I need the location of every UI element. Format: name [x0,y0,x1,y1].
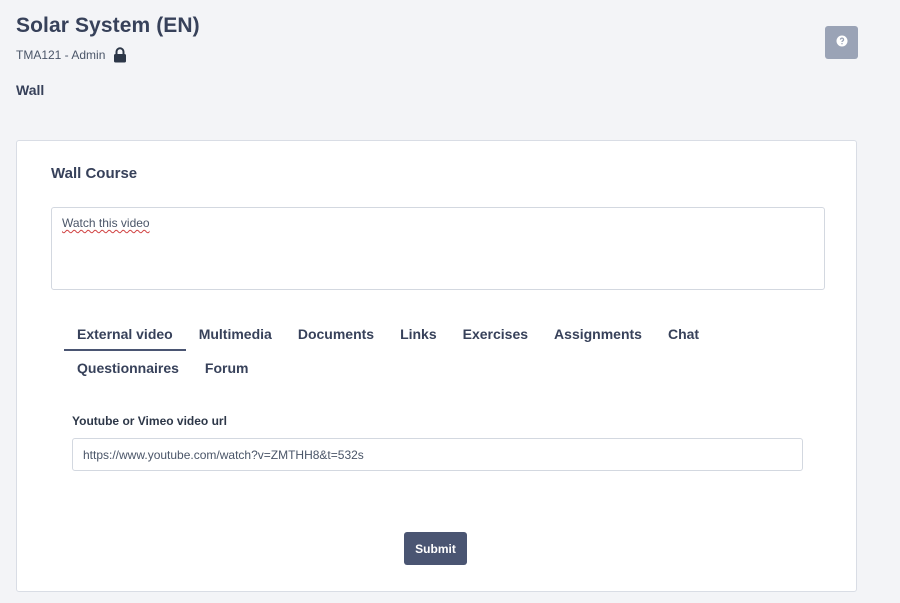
tab-multimedia[interactable]: Multimedia [186,317,285,351]
tab-exercises[interactable]: Exercises [450,317,541,351]
page: Solar System (EN) TMA121 - Admin Wall Wa… [0,0,900,603]
course-title: Solar System (EN) [16,14,200,37]
wall-card-title: Wall Course [51,165,138,182]
tab-row-1: External video Multimedia Documents Link… [64,317,764,351]
course-meta-text: TMA121 - Admin [16,48,106,62]
question-circle-icon [836,35,848,50]
wall-card: Wall Course Watch this video External vi… [16,140,857,592]
tab-questionnaires[interactable]: Questionnaires [64,351,192,385]
lock-icon [113,47,127,63]
submit-button[interactable]: Submit [404,532,467,565]
tab-documents[interactable]: Documents [285,317,387,351]
message-textarea[interactable]: Watch this video [51,207,825,290]
message-text: Watch this video [62,216,150,230]
video-url-input[interactable] [72,438,803,471]
tab-forum[interactable]: Forum [192,351,262,385]
video-url-label: Youtube or Vimeo video url [72,414,227,428]
tab-links[interactable]: Links [387,317,450,351]
tab-row-2: Questionnaires Forum [64,351,764,385]
section-label: Wall [16,82,45,98]
help-button[interactable] [825,26,858,59]
tab-chat[interactable]: Chat [655,317,712,351]
tab-external-video[interactable]: External video [64,317,186,351]
tab-assignments[interactable]: Assignments [541,317,655,351]
attachment-tabs: External video Multimedia Documents Link… [64,317,764,385]
course-meta: TMA121 - Admin [16,47,127,63]
